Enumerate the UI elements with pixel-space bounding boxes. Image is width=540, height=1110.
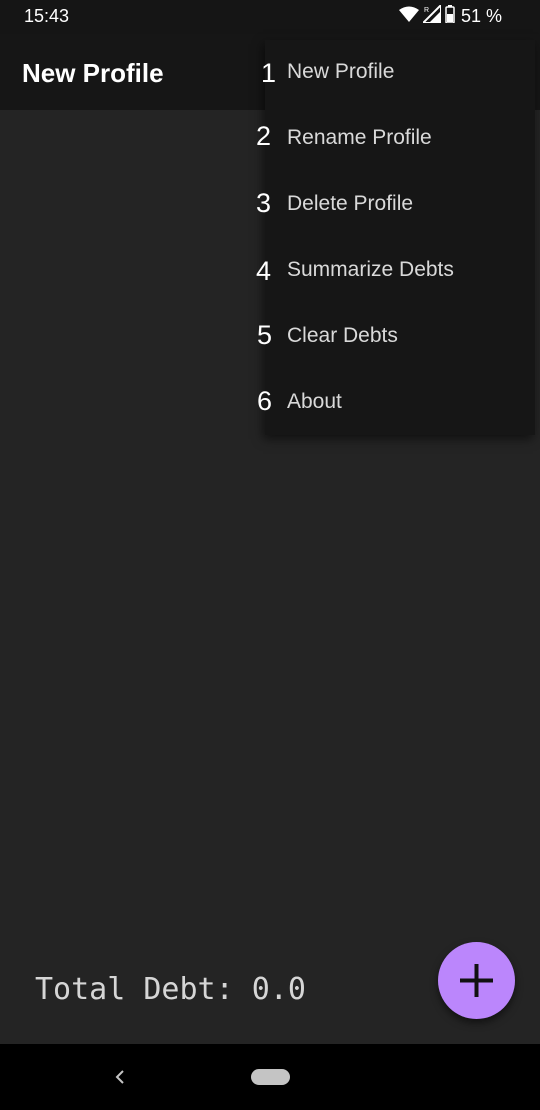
menu-item-about[interactable]: About [265, 370, 535, 436]
status-time: 15:43 [24, 6, 70, 26]
menu-number-1: 1 [261, 58, 277, 88]
menu-number-2: 2 [256, 121, 272, 151]
menu-number-3: 3 [256, 188, 272, 218]
menu-item-delete-profile[interactable]: Delete Profile [265, 172, 535, 238]
menu-item-rename-profile[interactable]: Rename Profile [265, 106, 535, 172]
menu-item-summarize-debts[interactable]: Summarize Debts [265, 238, 535, 304]
menu-item-label: About [287, 390, 342, 413]
signal-icon: R [420, 2, 442, 28]
status-bar: 15:43 R 51 % [0, 0, 540, 34]
wifi-icon [398, 6, 419, 27]
menu-number-4: 4 [256, 256, 272, 286]
add-debt-button[interactable] [438, 942, 515, 1019]
total-debt-text: Total Debt: 0.0 [35, 972, 306, 1007]
menu-item-new-profile[interactable]: New Profile [265, 40, 535, 106]
menu-item-label: Rename Profile [287, 126, 432, 149]
battery-icon [445, 4, 455, 28]
menu-number-6: 6 [257, 386, 273, 416]
back-icon[interactable] [112, 1068, 128, 1086]
menu-number-5: 5 [257, 320, 273, 350]
overflow-menu: New Profile Rename Profile Delete Profil… [265, 40, 535, 435]
menu-item-label: Delete Profile [287, 192, 414, 215]
home-pill[interactable] [251, 1069, 290, 1085]
svg-text:R: R [424, 7, 429, 14]
plus-icon [460, 964, 493, 997]
menu-item-label: Clear Debts [287, 324, 398, 347]
status-icons: R 51 % [395, 2, 502, 28]
page-title: New Profile [22, 58, 164, 88]
menu-item-label: New Profile [287, 60, 395, 83]
menu-item-clear-debts[interactable]: Clear Debts [265, 304, 535, 370]
menu-item-label: Summarize Debts [287, 258, 454, 281]
battery-percent: 51 % [460, 5, 502, 26]
